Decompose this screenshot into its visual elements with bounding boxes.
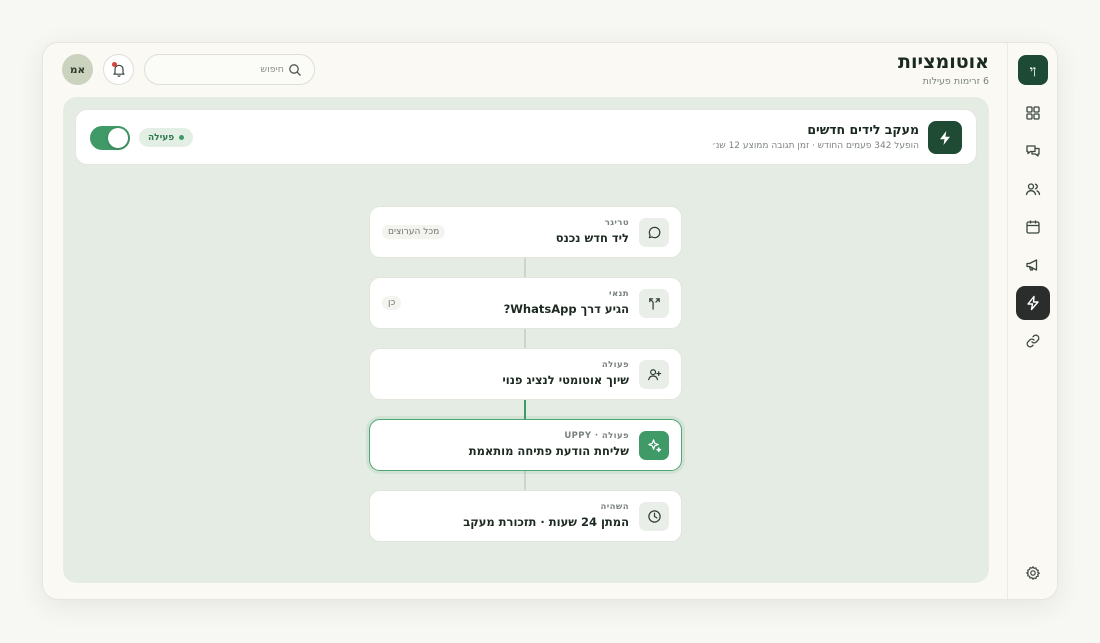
search-icon <box>289 64 301 76</box>
flow-icon-tile <box>928 121 962 154</box>
flow-step-ai-message[interactable]: פעולה · UPPY שליחת הודעת פתיחה מותאמת <box>369 419 682 471</box>
megaphone-icon <box>1026 259 1038 271</box>
step-label: פעולה · UPPY <box>564 431 629 441</box>
status-badge: פעילה <box>139 128 194 147</box>
flow-step-condition[interactable]: תנאי הגיע דרך WhatsApp? כן <box>369 277 682 329</box>
flow-step-delay[interactable]: השהיה המתן 24 שעות · תזכורת מעקב <box>369 490 682 542</box>
users-icon <box>1025 183 1041 196</box>
nav-calendar[interactable] <box>1016 210 1050 244</box>
user-plus-icon <box>647 369 661 381</box>
step-chip: מכל הערוצים <box>382 225 446 239</box>
calendar-icon <box>1026 220 1040 234</box>
step-title: המתן 24 שעות · תזכורת מעקב <box>463 515 629 529</box>
step-label: השהיה <box>600 502 629 512</box>
flow-step-assign[interactable]: פעולה שיוך אוטומטי לנציג פנוי <box>369 348 682 400</box>
step-title: הגיע דרך WhatsApp? <box>503 302 629 316</box>
flow-title: מעקב לידים חדשים <box>807 122 919 137</box>
search-placeholder: חיפוש <box>260 64 284 75</box>
step-icon-tile <box>639 502 669 531</box>
step-title: שליחת הודעת פתיחה מותאמת <box>468 444 629 458</box>
link-icon <box>1026 334 1040 348</box>
flow-connector <box>524 258 526 277</box>
nav-automations[interactable] <box>1016 286 1050 320</box>
status-dot <box>179 135 185 140</box>
bolt-icon <box>940 130 950 145</box>
nav-settings[interactable] <box>1016 556 1050 590</box>
step-icon-tile <box>639 360 669 389</box>
step-title: ליד חדש נכנס <box>555 231 629 245</box>
step-label: פעולה <box>601 360 629 370</box>
flow-canvas: מעקב לידים חדשים הופעל 342 פעמים החודש ·… <box>63 97 989 583</box>
page-title: אוטומציות <box>897 51 989 73</box>
grid-icon <box>1026 106 1040 120</box>
nav-campaigns[interactable] <box>1016 248 1050 282</box>
app-logo[interactable]: ןי <box>1018 55 1048 85</box>
step-icon-tile <box>639 431 669 460</box>
step-icon-tile <box>639 289 669 318</box>
chat-icon <box>1026 145 1040 157</box>
chat-bubble-icon <box>648 226 660 239</box>
flow-connector <box>524 400 526 419</box>
notification-dot <box>112 62 117 67</box>
sparkle-icon <box>647 439 661 453</box>
flow-step-trigger[interactable]: טריגר ליד חדש נכנס מכל הערוצים <box>369 206 682 258</box>
bolt-icon <box>1027 295 1039 311</box>
flow-enabled-toggle[interactable] <box>90 126 130 150</box>
flow-header-card: מעקב לידים חדשים הופעל 342 פעמים החודש ·… <box>75 109 977 165</box>
page-subtitle: 6 זרימות פעילות <box>922 76 989 87</box>
nav-integrations[interactable] <box>1016 324 1050 358</box>
step-title: שיוך אוטומטי לנציג פנוי <box>502 373 629 387</box>
app-window: ןי אוטומציות 6 זרימות פעילות חיפוש אמ מע… <box>42 42 1058 600</box>
toggle-knob <box>108 128 128 148</box>
nav-grid[interactable] <box>1016 96 1050 130</box>
settings-icon <box>1025 565 1041 581</box>
search-box[interactable]: חיפוש <box>144 54 315 85</box>
flow-stats: הופעל 342 פעמים החודש · זמן תגובה ממוצע … <box>711 141 919 151</box>
step-chip: כן <box>382 296 402 310</box>
branch-icon <box>648 298 660 310</box>
nav-chats[interactable] <box>1016 134 1050 168</box>
nav-contacts[interactable] <box>1016 172 1050 206</box>
step-label: תנאי <box>609 289 629 299</box>
nav-rail: ןי <box>1007 43 1057 599</box>
clock-icon <box>647 510 661 523</box>
avatar[interactable]: אמ <box>62 54 93 85</box>
flow-connector <box>524 329 526 348</box>
flow-connector <box>524 471 526 490</box>
status-label: פעילה <box>148 132 175 143</box>
step-icon-tile <box>639 218 669 247</box>
notifications-button[interactable] <box>103 54 134 85</box>
step-label: טריגר <box>604 218 629 228</box>
